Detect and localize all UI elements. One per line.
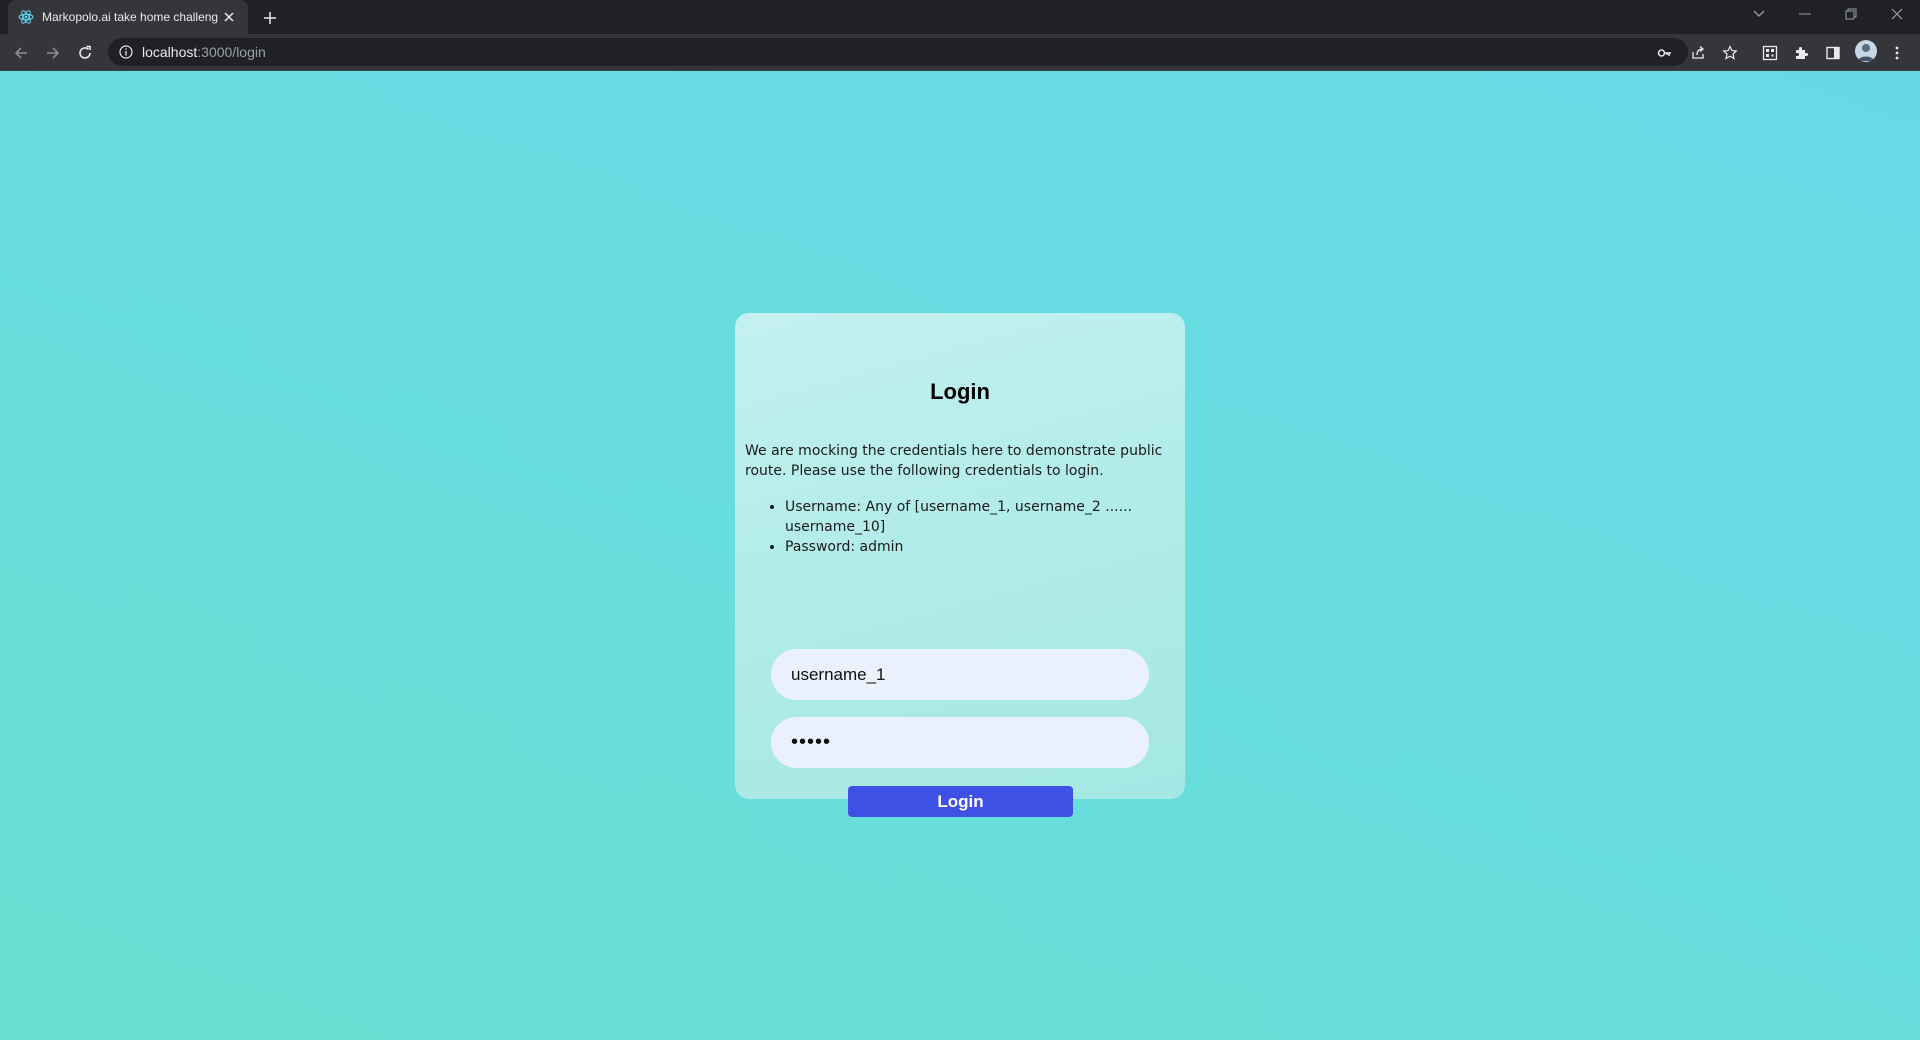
- tab-title: Markopolo.ai take home challenge: [42, 10, 218, 24]
- bookmark-star-icon[interactable]: [1717, 40, 1743, 66]
- browser-tab[interactable]: Markopolo.ai take home challenge: [8, 0, 248, 34]
- close-window-icon[interactable]: [1874, 0, 1920, 28]
- list-item: Password: admin: [785, 537, 1145, 557]
- tab-search-icon[interactable]: [1736, 0, 1782, 28]
- tab-strip: Markopolo.ai take home challenge: [0, 0, 1920, 34]
- login-description: We are mocking the credentials here to d…: [745, 443, 1163, 479]
- extensions-icon[interactable]: [1788, 40, 1814, 66]
- qr-code-icon[interactable]: [1757, 40, 1783, 66]
- minimize-icon[interactable]: [1782, 0, 1828, 28]
- address-bar[interactable]: localhost:3000/login: [108, 38, 1688, 66]
- url-text: localhost:3000/login: [142, 44, 266, 60]
- restore-icon[interactable]: [1828, 0, 1874, 28]
- page-viewport: Login We are mocking the credentials her…: [0, 71, 1920, 1040]
- browser-toolbar: localhost:3000/login: [0, 34, 1920, 71]
- password-input[interactable]: [771, 717, 1149, 768]
- reload-icon[interactable]: [72, 40, 98, 66]
- close-tab-icon[interactable]: [220, 8, 238, 26]
- site-info-icon[interactable]: [118, 44, 134, 60]
- login-button[interactable]: Login: [848, 786, 1073, 817]
- login-card: Login We are mocking the credentials her…: [735, 313, 1185, 817]
- login-title: Login: [930, 379, 990, 404]
- key-icon[interactable]: [1652, 40, 1678, 66]
- share-icon[interactable]: [1685, 40, 1711, 66]
- side-panel-icon[interactable]: [1820, 40, 1846, 66]
- forward-icon[interactable]: [40, 40, 66, 66]
- more-menu-icon[interactable]: [1884, 40, 1910, 66]
- list-item: Username: Any of [username_1, username_2…: [785, 497, 1145, 537]
- profile-avatar[interactable]: [1855, 40, 1877, 62]
- react-icon: [18, 9, 34, 25]
- back-icon[interactable]: [8, 40, 34, 66]
- username-input[interactable]: [771, 649, 1149, 700]
- new-tab-button[interactable]: [258, 6, 282, 30]
- credentials-list: Username: Any of [username_1, username_2…: [785, 497, 1145, 557]
